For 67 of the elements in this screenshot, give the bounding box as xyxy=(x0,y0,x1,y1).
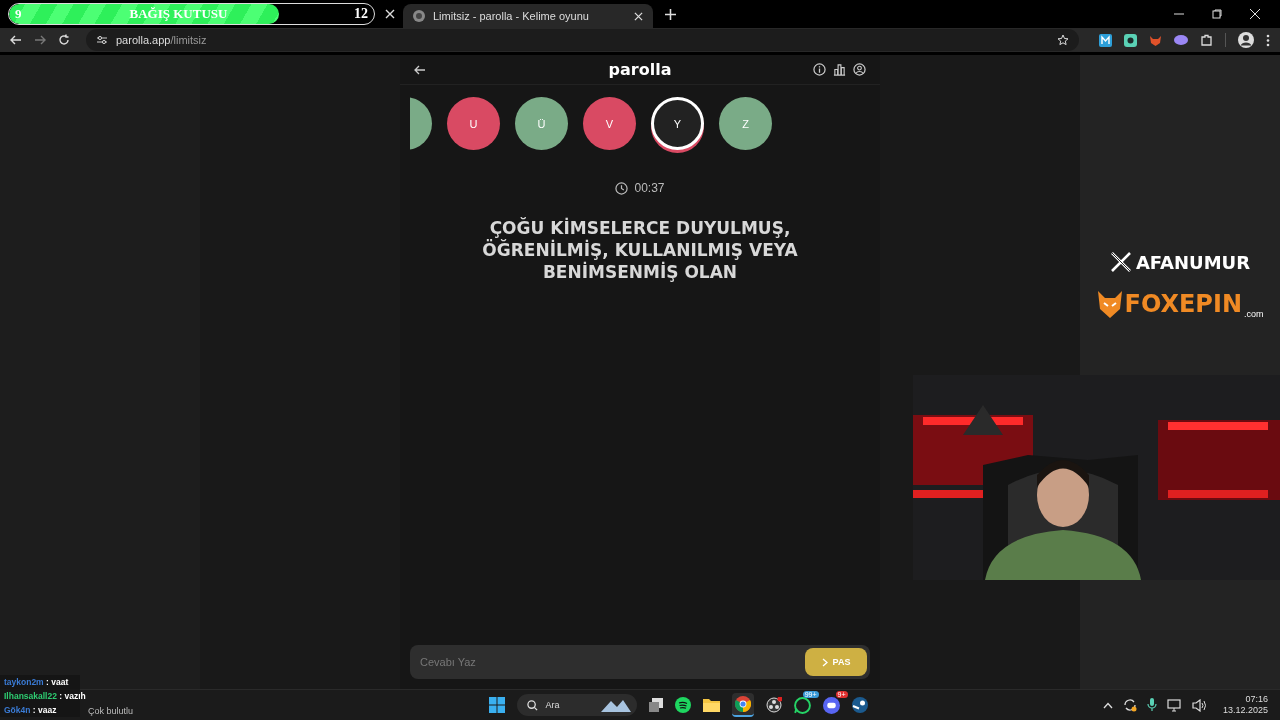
task-view-icon[interactable] xyxy=(648,698,663,712)
chat-message: : vaaz xyxy=(32,705,57,715)
site-settings-icon[interactable] xyxy=(96,34,108,46)
sponsor-logo: FOXEPIN xyxy=(1124,289,1242,319)
donation-goal: 12 xyxy=(354,6,368,22)
chat-username: Ilhansakall22 xyxy=(4,691,57,701)
x-logo-icon xyxy=(1109,251,1132,273)
mountain-icon xyxy=(600,698,631,712)
network-icon[interactable] xyxy=(1166,698,1182,712)
letter-circle: Z xyxy=(719,97,772,150)
letter-circle: Ü xyxy=(515,97,568,150)
search-icon xyxy=(526,699,538,711)
streamer-handle: AFANUMUR xyxy=(1135,251,1251,273)
microphone-icon[interactable] xyxy=(1146,698,1157,712)
new-tab-icon[interactable] xyxy=(665,8,676,20)
back-icon[interactable] xyxy=(10,34,22,46)
folder-icon[interactable] xyxy=(702,698,720,712)
chat-message: : vazıh xyxy=(59,691,86,701)
timer: 00:37 xyxy=(634,181,665,195)
chat-username: Gök4n xyxy=(4,705,31,715)
forward-icon[interactable] xyxy=(34,34,46,46)
clock-date: 13.12.2025 xyxy=(1222,705,1268,716)
restore-icon[interactable] xyxy=(1212,9,1222,19)
app-title: parolla xyxy=(608,60,672,79)
sync-icon[interactable] xyxy=(1122,698,1137,712)
clock-time: 07:16 xyxy=(1245,694,1268,705)
sponsor-domain: .com xyxy=(1243,309,1264,319)
windows-icon[interactable] xyxy=(488,697,505,713)
volume-icon[interactable] xyxy=(1191,698,1207,712)
star-icon[interactable] xyxy=(1057,34,1069,46)
extension-icon[interactable] xyxy=(1124,33,1137,47)
donation-count: 9 xyxy=(15,6,22,22)
letter-circle: Y xyxy=(651,97,704,150)
fox-logo-icon xyxy=(1096,289,1123,319)
reload-icon[interactable] xyxy=(58,34,70,46)
puzzle-icon[interactable] xyxy=(1200,33,1213,47)
back-icon[interactable] xyxy=(414,63,426,76)
chevron-up-icon[interactable] xyxy=(1102,701,1113,709)
search-field[interactable]: Ara xyxy=(516,694,637,716)
chevron-icon xyxy=(821,657,828,667)
letter-circle: V xyxy=(583,97,636,150)
chat-message: : vaat xyxy=(46,677,69,687)
address-bar[interactable]: parolla.app/limitsiz xyxy=(86,29,1079,51)
recorder-icon[interactable] xyxy=(765,697,782,713)
music-app-icon[interactable] xyxy=(674,697,691,713)
bar-chart-icon[interactable] xyxy=(833,63,846,76)
weather-text: Çok bulutlu xyxy=(88,706,134,716)
browser-icon[interactable] xyxy=(734,696,751,712)
browser-tab[interactable]: Limitsiz - parolla - Kelime oyunu xyxy=(403,4,653,28)
avatar-icon[interactable] xyxy=(1238,32,1254,48)
info-icon[interactable] xyxy=(813,63,826,76)
site-icon xyxy=(413,10,425,22)
fox-icon[interactable] xyxy=(1149,33,1162,47)
extension-icon[interactable] xyxy=(1099,33,1112,47)
close-icon[interactable] xyxy=(385,9,395,19)
donation-title: BAĞIŞ KUTUSU xyxy=(129,6,228,22)
question-text: ÇOĞU KİMSELERCE DUYULMUŞ, ÖĞRENİLMİŞ, KULLANILMIŞ VEYA BENİMSENMİŞ OLAN xyxy=(481,217,799,283)
letter-circle: U xyxy=(447,97,500,150)
game-launcher-icon[interactable] xyxy=(851,697,868,713)
chat-app-icon[interactable] xyxy=(822,696,840,714)
close-icon[interactable] xyxy=(634,11,643,21)
clock-icon xyxy=(615,181,629,195)
chat-app-icon[interactable] xyxy=(793,696,811,714)
menu-icon[interactable] xyxy=(1266,33,1270,47)
chat-username: taykon2m xyxy=(4,677,44,687)
close-icon[interactable] xyxy=(1250,9,1260,19)
user-icon[interactable] xyxy=(853,63,866,76)
